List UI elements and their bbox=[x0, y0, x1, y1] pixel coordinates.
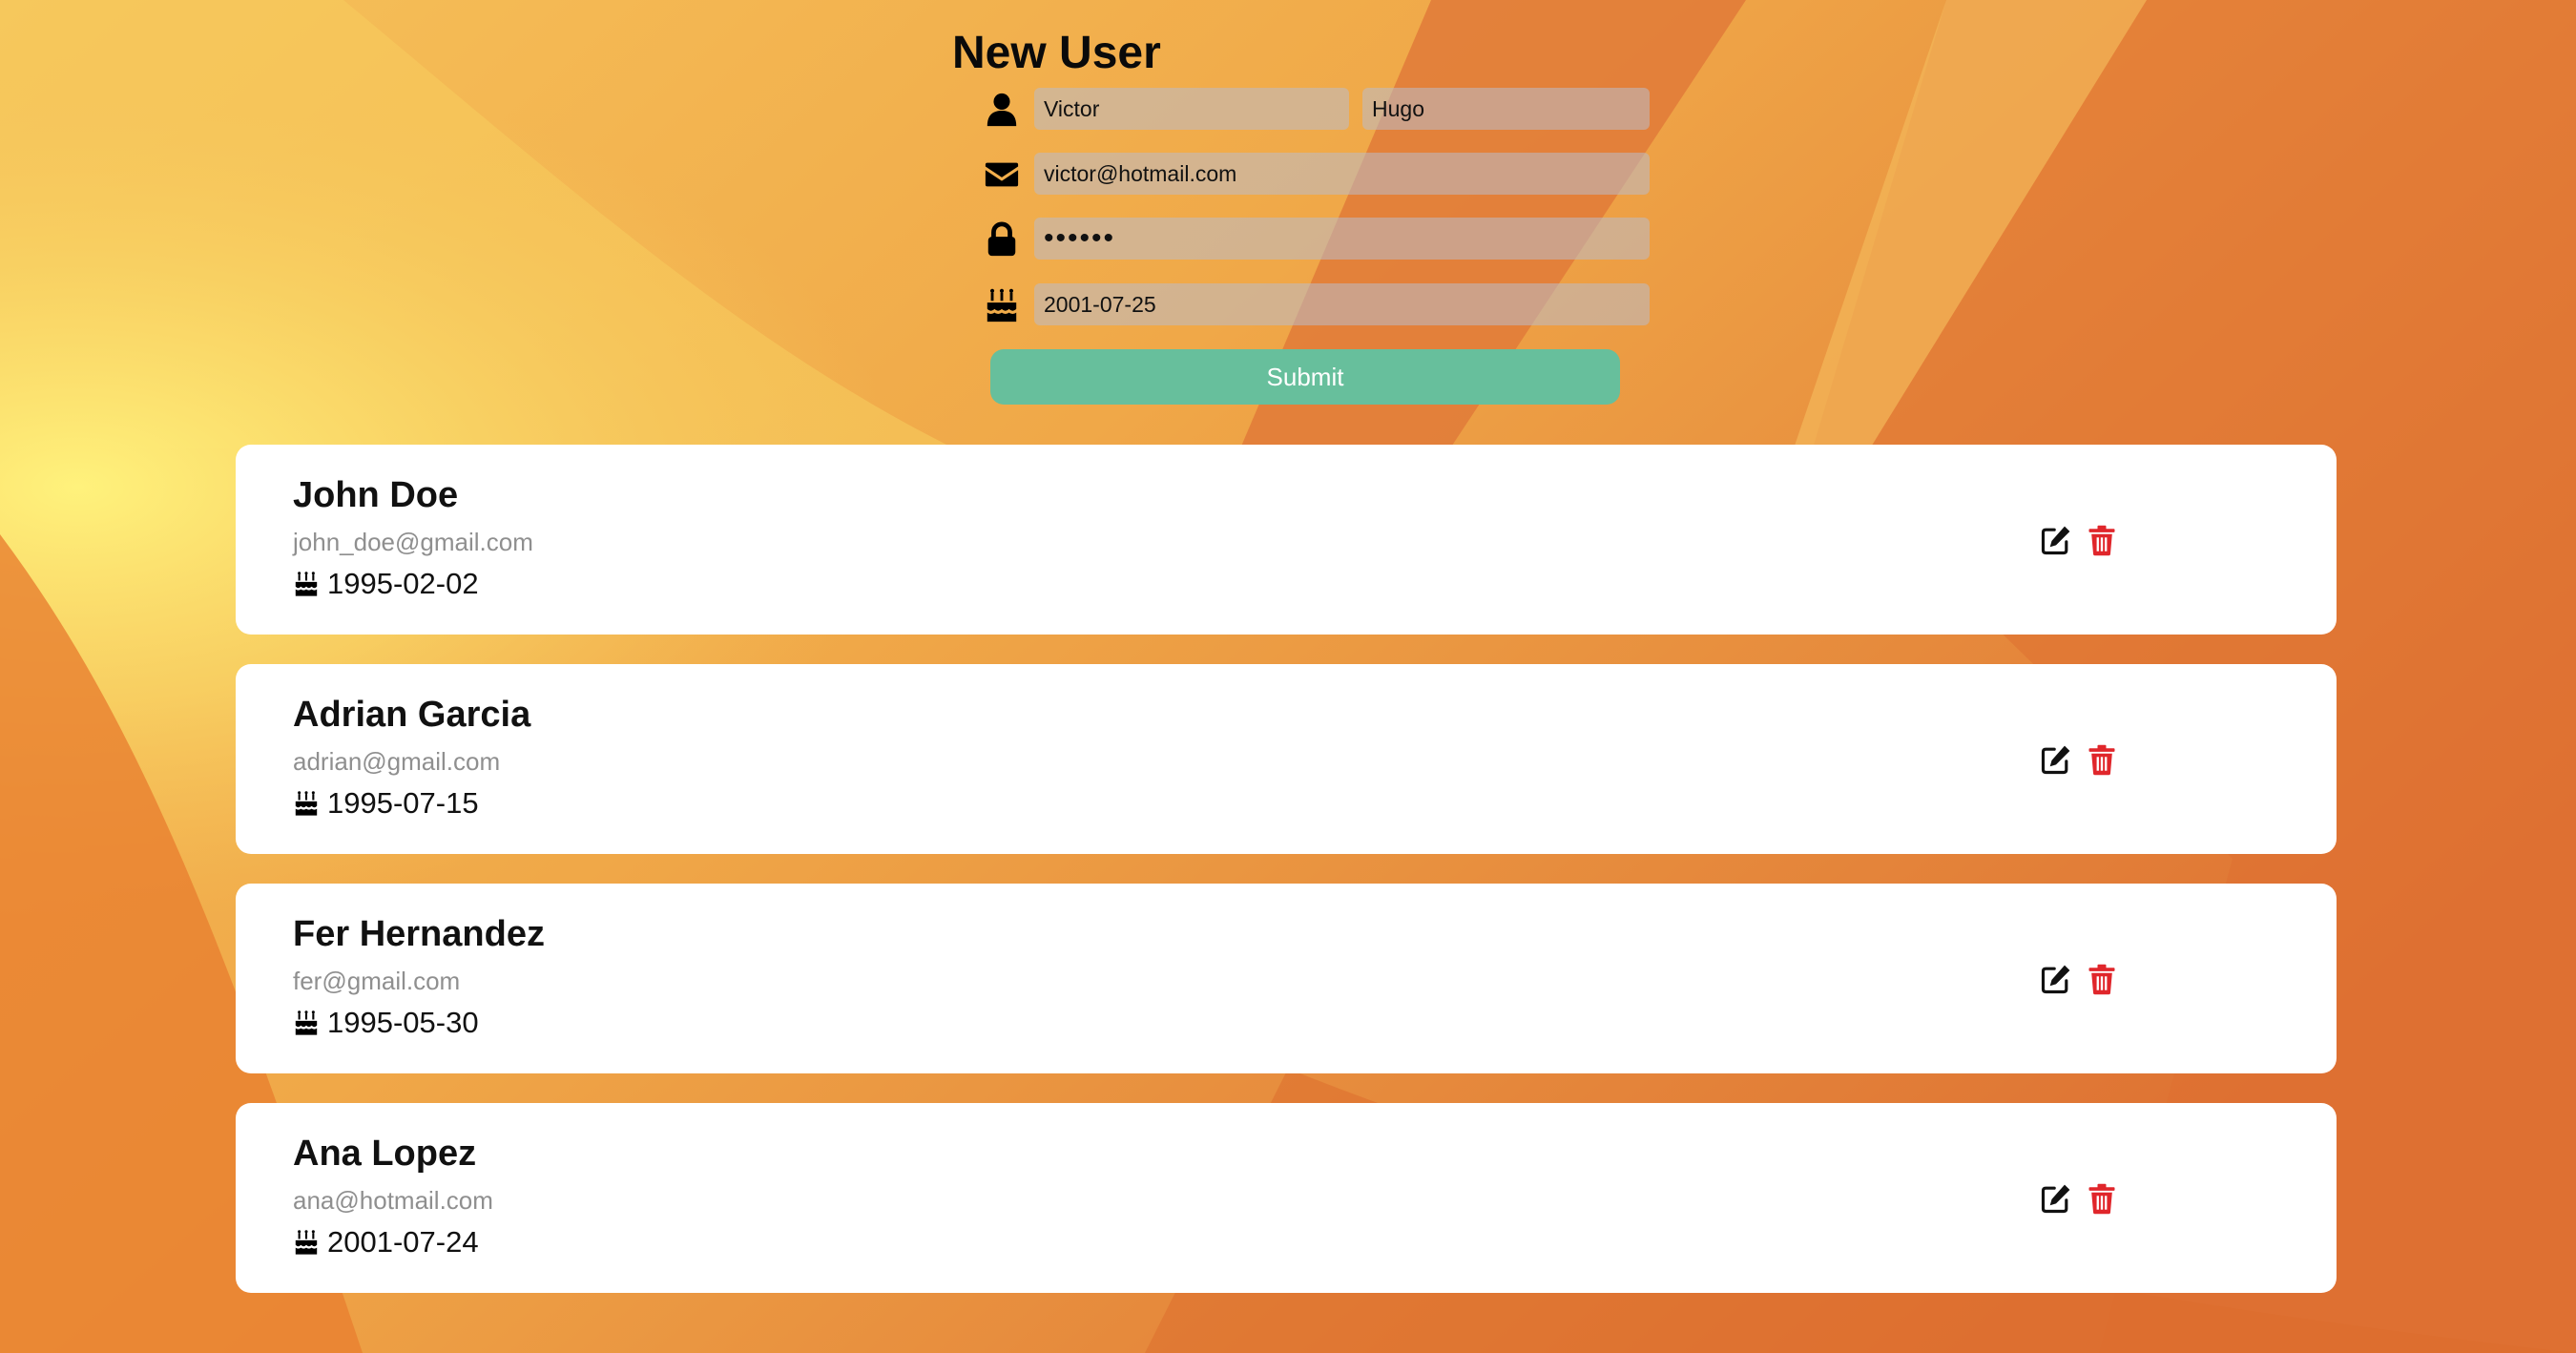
email-row bbox=[983, 153, 1650, 197]
birthday-cake-icon bbox=[295, 1230, 318, 1255]
email-input[interactable] bbox=[1034, 153, 1650, 195]
user-list: John Doe john_doe@gmail.com 1995-02-02 A… bbox=[236, 445, 2337, 1322]
submit-button[interactable]: Submit bbox=[990, 349, 1620, 405]
user-email: john_doe@gmail.com bbox=[293, 528, 533, 556]
password-row bbox=[983, 218, 1650, 261]
trash-icon bbox=[2088, 1183, 2115, 1215]
trash-icon bbox=[2088, 525, 2115, 556]
delete-button[interactable] bbox=[2085, 1179, 2123, 1218]
app: New User Victor Hugo victor@hotmail.com … bbox=[0, 0, 2576, 1353]
birthday-cake-icon bbox=[295, 1010, 318, 1035]
user-birthday: 1995-02-02 bbox=[293, 567, 479, 601]
birthday-text: 1995-05-30 bbox=[327, 1006, 479, 1039]
birthday-cake-icon bbox=[295, 791, 318, 816]
edit-icon bbox=[2041, 965, 2070, 994]
delete-button[interactable] bbox=[2085, 521, 2123, 559]
birthday-text: 1995-07-15 bbox=[327, 786, 479, 820]
user-birthday: 1995-05-30 bbox=[293, 1006, 479, 1040]
delete-button[interactable] bbox=[2085, 740, 2123, 779]
user-name: Fer Hernandez bbox=[293, 914, 545, 954]
password-input[interactable] bbox=[1034, 218, 1650, 260]
user-card: Fer Hernandez fer@gmail.com 1995-05-30 bbox=[236, 884, 2337, 1073]
user-name: John Doe bbox=[293, 475, 459, 515]
user-card: Adrian Garcia adrian@gmail.com 1995-07-1… bbox=[236, 664, 2337, 854]
user-email: fer@gmail.com bbox=[293, 967, 461, 995]
delete-button[interactable] bbox=[2085, 960, 2123, 998]
edit-button[interactable] bbox=[2039, 521, 2077, 559]
lock-icon bbox=[983, 221, 1021, 258]
last-name-input[interactable] bbox=[1362, 88, 1650, 130]
envelope-icon bbox=[983, 156, 1021, 193]
birthday-text: 2001-07-24 bbox=[327, 1225, 479, 1259]
birthdate-input[interactable] bbox=[1034, 283, 1650, 325]
user-card: Ana Lopez ana@hotmail.com 2001-07-24 bbox=[236, 1103, 2337, 1293]
birthday-cake-icon bbox=[295, 572, 318, 596]
user-birthday: 1995-07-15 bbox=[293, 786, 479, 821]
edit-button[interactable] bbox=[2039, 960, 2077, 998]
user-card: John Doe john_doe@gmail.com 1995-02-02 bbox=[236, 445, 2337, 635]
trash-icon bbox=[2088, 744, 2115, 776]
edit-button[interactable] bbox=[2039, 1179, 2077, 1218]
user-email: ana@hotmail.com bbox=[293, 1186, 493, 1215]
first-name-input[interactable] bbox=[1034, 88, 1349, 130]
birthday-text: 1995-02-02 bbox=[327, 567, 479, 600]
user-icon bbox=[983, 92, 1021, 128]
name-row bbox=[983, 88, 1650, 132]
user-name: Ana Lopez bbox=[293, 1134, 477, 1174]
trash-icon bbox=[2088, 964, 2115, 995]
edit-icon bbox=[2041, 745, 2070, 775]
edit-icon bbox=[2041, 526, 2070, 555]
edit-icon bbox=[2041, 1184, 2070, 1214]
form-title: New User bbox=[952, 28, 1161, 78]
birthday-cake-icon bbox=[983, 287, 1021, 323]
birthdate-row bbox=[983, 283, 1650, 327]
user-birthday: 2001-07-24 bbox=[293, 1225, 479, 1259]
user-name: Adrian Garcia bbox=[293, 695, 531, 735]
user-email: adrian@gmail.com bbox=[293, 747, 501, 776]
edit-button[interactable] bbox=[2039, 740, 2077, 779]
